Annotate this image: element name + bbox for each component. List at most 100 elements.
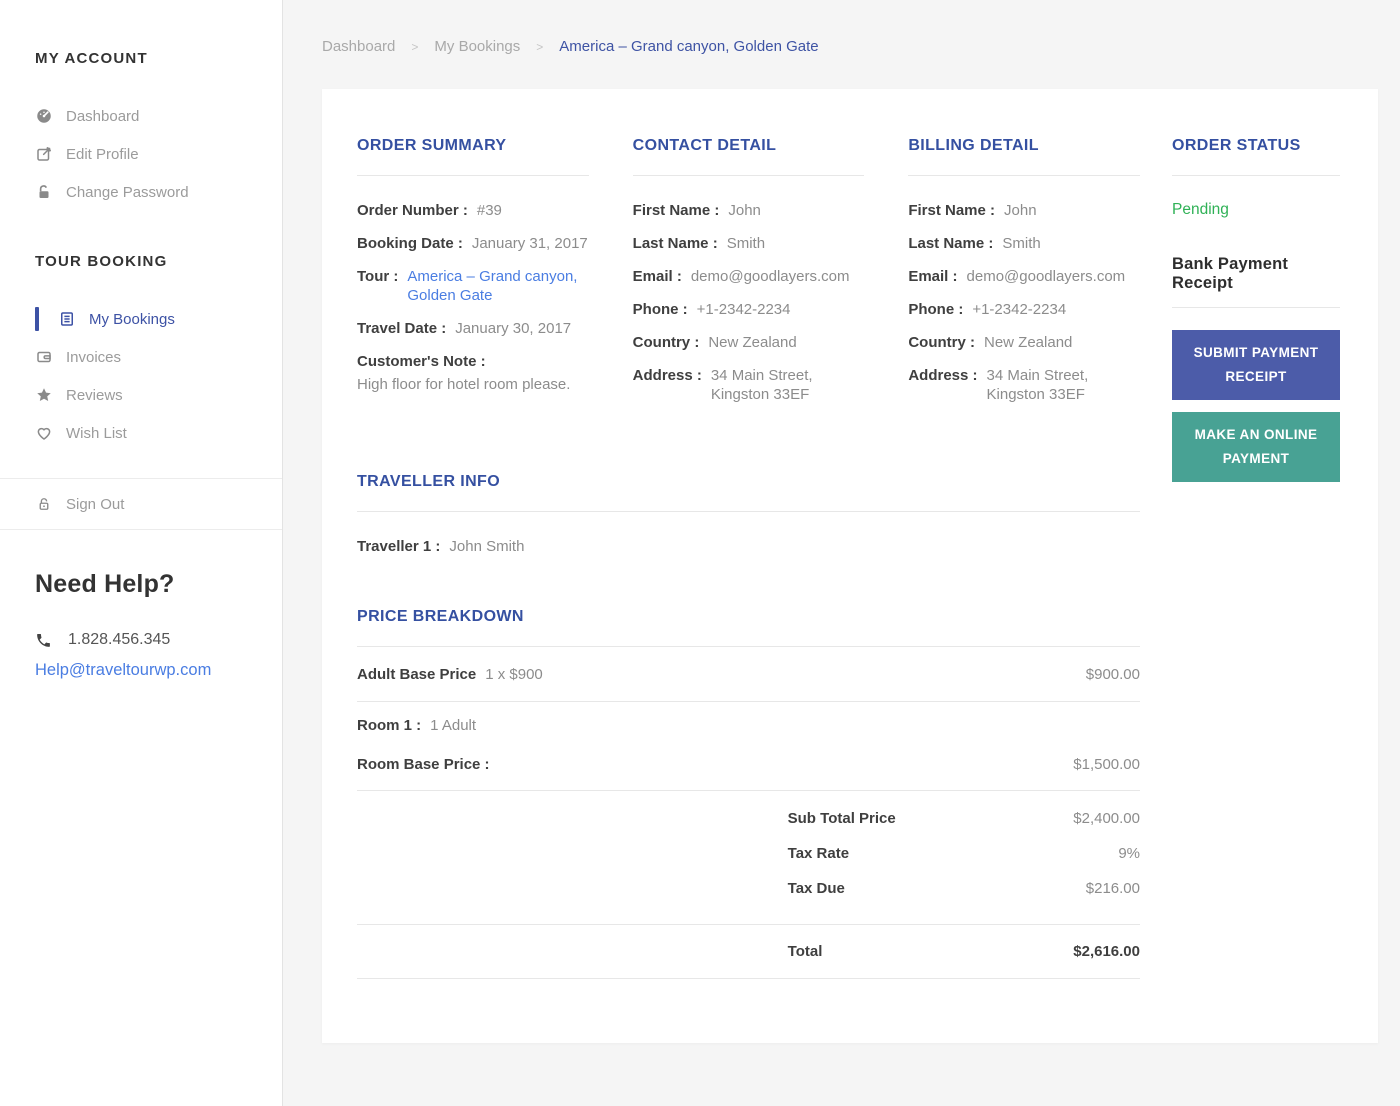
detail-label: Tour : [357, 268, 399, 285]
subtotal-row: Sub Total Price $2,400.00 [357, 809, 1140, 828]
sidebar-item-reviews[interactable]: Reviews [0, 376, 282, 414]
detail-value: January 31, 2017 [471, 235, 588, 252]
detail-row: Travel Date : January 30, 2017 [357, 319, 589, 338]
order-detail-card: ORDER SUMMARY Order Number : #39 Booking… [322, 89, 1378, 1043]
detail-label: Order Number : [357, 202, 468, 219]
divider [357, 978, 1140, 979]
detail-row: Email : demo@goodlayers.com [633, 267, 865, 286]
sidebar-item-invoices[interactable]: Invoices [0, 338, 282, 376]
room-price-amount: $1,500.00 [1073, 756, 1140, 773]
subtotal-label: Sub Total Price [787, 810, 896, 827]
detail-row: Customer's Note : [357, 352, 589, 371]
sidebar-item-label: Sign Out [66, 495, 125, 513]
sidebar-item-sign-out[interactable]: Sign Out [0, 479, 282, 529]
sidebar-item-label: Dashboard [66, 107, 140, 125]
adult-price-row: Adult Base Price 1 x $900 $900.00 [357, 665, 1140, 684]
detail-row: Country : New Zealand [908, 333, 1140, 352]
tax-due-row: Tax Due $216.00 [357, 879, 1140, 898]
detail-label: Address : [632, 367, 702, 384]
detail-label: Phone : [632, 301, 688, 318]
detail-row: Address : 34 Main Street, Kingston 33EF [633, 366, 865, 404]
sidebar-item-edit-profile[interactable]: Edit Profile [0, 135, 282, 173]
detail-label: Country : [632, 334, 700, 351]
wallet-icon [35, 348, 53, 366]
detail-label: Booking Date : [357, 235, 463, 252]
traveller-name: John Smith [449, 538, 525, 555]
contact-detail-title: CONTACT DETAIL [632, 137, 777, 154]
room-row: Room 1 : 1 Adult [357, 716, 1140, 735]
detail-row: Last Name : Smith [908, 234, 1140, 253]
breadcrumb-dashboard[interactable]: Dashboard [322, 38, 395, 55]
detail-label: Travel Date : [357, 320, 447, 337]
subtotal-amount: $2,400.00 [1073, 810, 1140, 827]
price-summary-group: Sub Total Price $2,400.00 Tax Rate 9% Ta… [357, 791, 1140, 924]
traveller-info-title: TRAVELLER INFO [357, 473, 501, 490]
submit-payment-receipt-button[interactable]: SUBMIT PAYMENT RECEIPT [1172, 330, 1340, 400]
total-amount: $2,616.00 [1073, 943, 1140, 960]
sidebar-item-my-bookings[interactable]: My Bookings [0, 300, 282, 338]
divider [1172, 307, 1340, 308]
detail-value: January 30, 2017 [455, 320, 572, 337]
detail-row: Phone : +1-2342-2234 [633, 300, 865, 319]
traveller-label: Traveller 1 : [357, 538, 441, 555]
total-label: Total [787, 943, 823, 960]
help-phone-row: 1.828.456.345 [35, 631, 282, 649]
need-help-heading: Need Help? [35, 570, 175, 598]
detail-label: Country : [908, 334, 975, 351]
price-breakdown-section: PRICE BREAKDOWN Adult Base Price 1 x $90… [357, 608, 1140, 979]
traveller-info-section: TRAVELLER INFO Traveller 1 : John Smith [357, 473, 1140, 556]
detail-value: demo@goodlayers.com [690, 268, 850, 285]
detail-row: Booking Date : January 31, 2017 [357, 234, 589, 253]
tour-link[interactable]: America – Grand canyon, Golden Gate [407, 267, 577, 305]
sidebar-item-label: My Bookings [89, 310, 175, 328]
detail-label: Email : [632, 268, 682, 285]
detail-value: #39 [476, 202, 502, 219]
detail-row: Order Number : #39 [357, 201, 589, 220]
detail-row: Country : New Zealand [633, 333, 865, 352]
room-rows-group: Room 1 : 1 Adult Room Base Price : $1,50… [357, 702, 1140, 790]
detail-row: Phone : +1-2342-2234 [908, 300, 1140, 319]
sidebar-item-dashboard[interactable]: Dashboard [0, 97, 282, 135]
customer-note-text: High floor for hotel room please. [357, 376, 571, 393]
tax-rate-label: Tax Rate [787, 845, 850, 862]
billing-detail-title: BILLING DETAIL [908, 137, 1039, 154]
phone-icon [35, 632, 52, 649]
adult-price-amount: $900.00 [1085, 666, 1140, 683]
chevron-right-icon: > [536, 39, 544, 54]
sidebar-item-change-password[interactable]: Change Password [0, 173, 282, 211]
lock-icon [35, 183, 53, 201]
divider [0, 529, 282, 530]
billing-detail-section: BILLING DETAIL First Name : John Last Na… [908, 137, 1140, 418]
detail-value: demo@goodlayers.com [966, 268, 1126, 285]
detail-row: First Name : John [908, 201, 1140, 220]
detail-label: Last Name : [908, 235, 994, 252]
sidebar-item-wish-list[interactable]: Wish List [0, 414, 282, 452]
detail-label: First Name : [908, 202, 996, 219]
traveller-row: Traveller 1 : John Smith [357, 537, 1140, 556]
order-summary-section: ORDER SUMMARY Order Number : #39 Booking… [357, 137, 589, 418]
order-detail-main: ORDER SUMMARY Order Number : #39 Booking… [357, 137, 1140, 1043]
my-account-heading: MY ACCOUNT [35, 50, 148, 67]
tax-rate-row: Tax Rate 9% [357, 844, 1140, 863]
breadcrumb: Dashboard > My Bookings > America – Gran… [322, 38, 1378, 55]
edit-icon [35, 145, 53, 163]
adult-price-row-group: Adult Base Price 1 x $900 $900.00 [357, 647, 1140, 701]
details-grid: ORDER SUMMARY Order Number : #39 Booking… [357, 137, 1140, 418]
detail-row: First Name : John [633, 201, 865, 220]
need-help-block: Need Help? 1.828.456.345 Help@traveltour… [0, 570, 282, 680]
chevron-right-icon: > [411, 39, 419, 54]
tax-due-label: Tax Due [787, 880, 845, 897]
sidebar-item-label: Wish List [66, 424, 127, 442]
help-phone-number: 1.828.456.345 [68, 631, 171, 648]
make-online-payment-button[interactable]: MAKE AN ONLINE PAYMENT [1172, 412, 1340, 482]
bookings-icon [58, 310, 76, 328]
detail-value: 34 Main Street, Kingston 33EF [986, 367, 1089, 403]
detail-value: Smith [1002, 235, 1041, 252]
active-indicator-bar [35, 307, 39, 331]
detail-value: +1-2342-2234 [696, 301, 791, 318]
help-email-link[interactable]: Help@traveltourwp.com [35, 661, 282, 680]
breadcrumb-my-bookings[interactable]: My Bookings [434, 38, 520, 55]
detail-value: John [1004, 202, 1037, 219]
detail-value: New Zealand [984, 334, 1073, 351]
